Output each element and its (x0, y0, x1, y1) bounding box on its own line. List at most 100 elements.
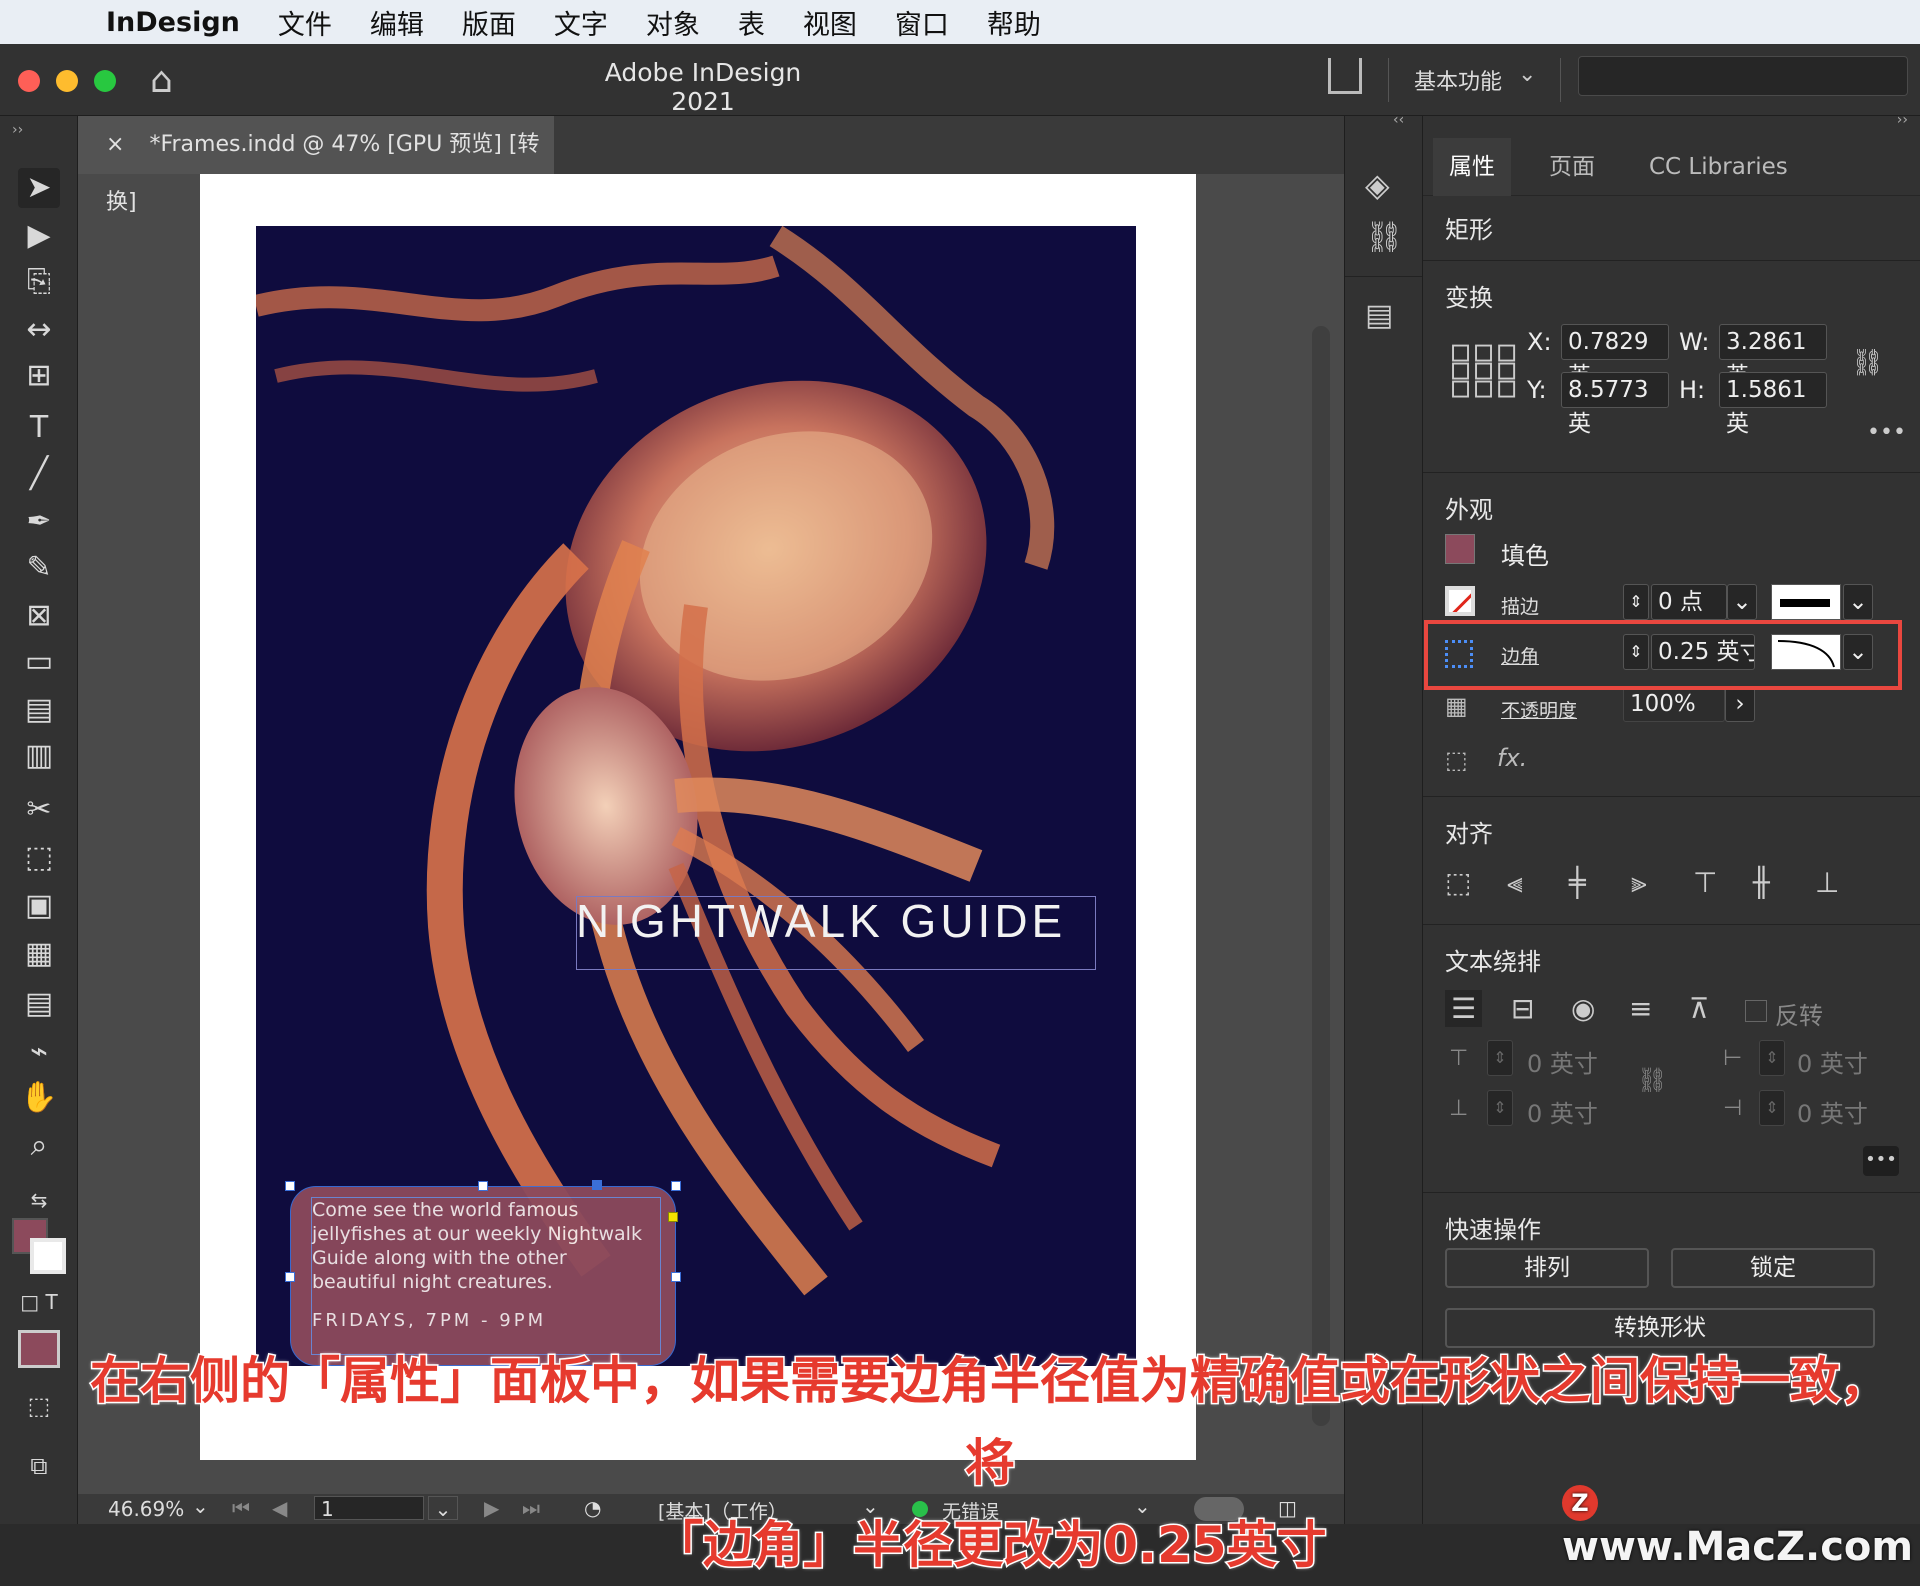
lock-button[interactable]: 锁定 (1671, 1248, 1875, 1288)
wrap-object-shape-icon[interactable]: ◉ (1571, 992, 1595, 1025)
resize-handle[interactable] (478, 1181, 488, 1191)
menu-window[interactable]: 窗口 (895, 3, 949, 42)
pencil-tool-icon[interactable]: ✎ (18, 548, 60, 588)
chevron-down-icon[interactable]: ⌄ (1518, 62, 1536, 87)
stroke-weight-field[interactable]: 0 点 (1651, 584, 1727, 620)
formatting-container-icon[interactable]: □ T (18, 1282, 60, 1322)
top-offset-stepper[interactable]: ⇕ (1487, 1040, 1513, 1076)
bottom-offset-field[interactable]: 0 英寸 (1527, 1094, 1598, 1129)
link-offsets-icon[interactable]: ⛓ (1637, 1066, 1667, 1094)
content-collector-icon[interactable]: ⊞ (18, 356, 60, 396)
screen-mode-icon[interactable]: ⬚ (18, 1386, 60, 1426)
menu-table[interactable]: 表 (738, 3, 765, 42)
chevron-down-icon[interactable]: ⌄ (1727, 584, 1757, 620)
left-offset-stepper[interactable]: ⇕ (1759, 1040, 1785, 1076)
resize-handle[interactable] (285, 1272, 295, 1282)
workspace-switcher[interactable]: 基本功能 (1414, 64, 1502, 96)
object-effects-icon[interactable]: ⬚ (1445, 746, 1468, 774)
text-wrap-panel-icon[interactable]: ▤ (1365, 298, 1393, 333)
search-input[interactable] (1578, 56, 1908, 96)
text-frame[interactable]: Come see the world famous jellyfishes at… (311, 1197, 661, 1355)
jump-object-icon[interactable]: ≡ (1629, 992, 1652, 1025)
align-bottom-icon[interactable]: ⊥ (1815, 866, 1839, 899)
rectangle-frame-tool-icon[interactable]: ⊠ (18, 596, 60, 636)
align-left-icon[interactable]: ⫷ (1507, 866, 1523, 900)
gradient-swatch-tool-icon[interactable]: ▣ (18, 886, 60, 926)
stroke-swatch[interactable] (1445, 586, 1475, 616)
opacity-label[interactable]: 不透明度 (1501, 696, 1577, 723)
resize-handle[interactable] (671, 1181, 681, 1191)
jump-next-column-icon[interactable]: ⊼ (1689, 992, 1710, 1025)
text-frame-port[interactable] (592, 1180, 602, 1190)
invert-checkbox[interactable] (1745, 1000, 1767, 1022)
selection-tool-icon[interactable]: ➤ (18, 168, 60, 208)
scissors-tool-icon[interactable]: ✂ (18, 790, 60, 830)
align-to-selection-icon[interactable]: ⬚ (1445, 866, 1471, 899)
stroke-swatch[interactable] (30, 1238, 66, 1274)
collapse-icon[interactable]: ›› (1897, 112, 1908, 128)
menu-view[interactable]: 视图 (803, 3, 857, 42)
fill-swatch[interactable] (1445, 534, 1475, 564)
live-corner-widget[interactable] (668, 1212, 678, 1222)
view-mode-icon[interactable]: ⧉ (18, 1446, 60, 1486)
w-field[interactable]: 3.2861 英 (1719, 324, 1827, 389)
y-field[interactable]: 8.5773 英 (1561, 372, 1669, 437)
align-vertical-center-icon[interactable]: ╫ (1753, 866, 1770, 899)
tab-pages[interactable]: 页面 (1533, 138, 1611, 196)
menu-help[interactable]: 帮助 (987, 3, 1041, 42)
selected-rounded-rectangle[interactable]: Come see the world famous jellyfishes at… (290, 1186, 676, 1366)
wrap-bounding-box-icon[interactable]: ⊟ (1511, 992, 1534, 1025)
zoom-tool-icon[interactable]: ⌕ (18, 1126, 60, 1166)
grid-tool-icon[interactable]: ▥ (18, 736, 60, 776)
direct-selection-tool-icon[interactable]: ▶ (18, 216, 60, 256)
menu-file[interactable]: 文件 (278, 3, 332, 42)
gap-tool-icon[interactable]: ↔ (18, 310, 60, 350)
pen-tool-icon[interactable]: ✒ (18, 502, 60, 542)
headline-text[interactable]: NIGHTWALK GUIDE (576, 894, 1066, 948)
reference-point-icon[interactable]: ▫▫▫ ▫▫▫ ▫▫▫ (1449, 334, 1518, 404)
minimize-window-button[interactable] (56, 70, 78, 92)
links-icon[interactable]: ⛓ (1365, 220, 1403, 255)
menu-app-name[interactable]: InDesign (106, 7, 240, 38)
chevron-right-icon[interactable]: › (1725, 686, 1755, 722)
menu-edit[interactable]: 编辑 (370, 3, 424, 42)
stroke-label[interactable]: 描边 (1501, 592, 1539, 619)
chevron-down-icon[interactable]: ⌄ (1843, 584, 1873, 620)
bottom-offset-stepper[interactable]: ⇕ (1487, 1090, 1513, 1126)
eyedropper-tool-icon[interactable]: ⌁ (18, 1032, 60, 1072)
h-field[interactable]: 1.5861 英 (1719, 372, 1827, 437)
document-tab[interactable]: × *Frames.indd @ 47% [GPU 预览] [转换] (78, 116, 554, 215)
layers-icon[interactable]: ◈ (1365, 166, 1390, 204)
no-wrap-icon[interactable]: ☰ (1445, 990, 1483, 1027)
share-icon[interactable] (1328, 58, 1362, 94)
constrain-proportions-icon[interactable]: ⛓ (1851, 348, 1884, 378)
collapse-icon[interactable]: ‹‹ (1393, 112, 1404, 128)
type-tool-icon[interactable]: T (18, 408, 60, 448)
apply-color-button[interactable] (18, 1330, 60, 1368)
x-field[interactable]: 0.7829 英 (1561, 324, 1669, 389)
stroke-stepper[interactable]: ⇕ (1623, 584, 1649, 620)
arrange-button[interactable]: 排列 (1445, 1248, 1649, 1288)
resize-handle[interactable] (671, 1272, 681, 1282)
fill-label[interactable]: 填色 (1501, 536, 1549, 571)
align-top-icon[interactable]: ⊤ (1693, 866, 1717, 899)
stroke-type-dropdown[interactable] (1771, 584, 1841, 620)
hand-tool-icon[interactable]: ✋ (18, 1078, 60, 1118)
opacity-field[interactable]: 100% (1623, 686, 1725, 722)
home-icon[interactable]: ⌂ (150, 60, 173, 101)
collapse-icon[interactable]: ›› (12, 122, 23, 138)
page-tool-icon[interactable]: ⎘ (18, 262, 60, 302)
more-options-icon[interactable]: ••• (1867, 420, 1906, 445)
line-tool-icon[interactable]: ╱ (18, 454, 60, 494)
default-colors-icon[interactable]: ⇆ (18, 1180, 60, 1220)
right-offset-field[interactable]: 0 英寸 (1797, 1094, 1868, 1129)
vertical-scrollbar[interactable] (1312, 326, 1330, 1426)
align-right-icon[interactable]: ⫸ (1631, 866, 1647, 900)
right-offset-stepper[interactable]: ⇕ (1759, 1090, 1785, 1126)
tab-cc-libraries[interactable]: CC Libraries (1633, 138, 1804, 196)
align-horizontal-center-icon[interactable]: ╪ (1569, 866, 1586, 899)
top-offset-field[interactable]: 0 英寸 (1527, 1044, 1598, 1079)
rectangle-tool-icon[interactable]: ▭ (18, 642, 60, 682)
menu-object[interactable]: 对象 (646, 3, 700, 42)
tab-properties[interactable]: 属性 (1433, 138, 1511, 196)
